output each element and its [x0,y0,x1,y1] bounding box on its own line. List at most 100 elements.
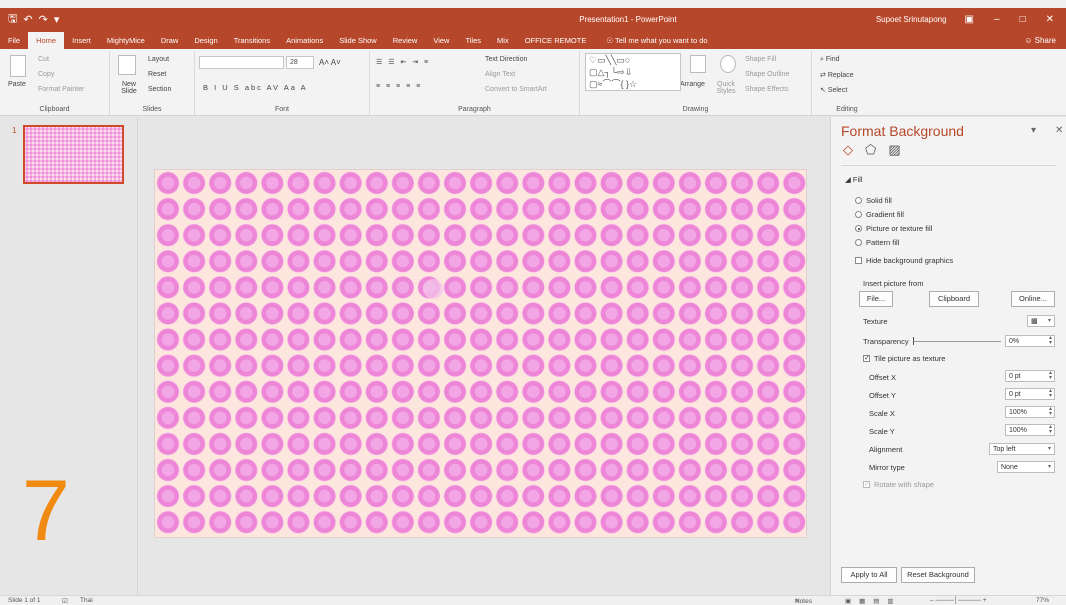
share-button[interactable]: ☺ Share [1024,32,1056,49]
pane-close-icon[interactable]: ✕ [1055,125,1063,136]
alignment-dropdown[interactable]: Top left ▾ [989,443,1055,455]
minimize-icon[interactable]: – [994,14,1000,25]
zoom-level[interactable]: 77% [1036,597,1049,604]
paste-icon[interactable] [10,55,26,77]
customize-qat-icon[interactable]: ▾ [54,13,60,26]
cut-button[interactable]: Cut [38,56,49,63]
tab-animations[interactable]: Animations [278,32,331,49]
text-direction-button[interactable]: Text Direction [485,56,527,63]
quick-styles-icon[interactable] [720,55,736,73]
shape-outline-button[interactable]: Shape Outline [745,71,789,78]
tell-me-search[interactable]: ☉ Tell me what you want to do [606,32,1024,49]
arrange-button[interactable]: Arrange [680,81,705,88]
format-painter-button[interactable]: Format Painter [38,86,84,93]
tab-home[interactable]: Home [28,32,65,49]
solid-fill-option[interactable]: Solid fill [855,196,892,205]
tab-design[interactable]: Design [186,32,225,49]
slide-canvas[interactable] [154,169,807,538]
gradient-fill-radio[interactable] [855,211,862,218]
save-icon[interactable]: 🖫 [8,10,17,29]
quick-styles-button[interactable]: Quick Styles [712,81,740,95]
online-button[interactable]: Online... [1011,291,1055,307]
status-bar: Slide 1 of 1 ☑ Thai ≡ Notes ▣▦▤▥ – ────│… [0,595,1066,605]
shapes-gallery[interactable]: ♡▭╲╲▭○ ▢△┐└⇨⇩ ▢≈⌒⌒{ }☆ [585,53,681,91]
find-button[interactable]: ⌕ Find [820,56,840,64]
tile-checkbox[interactable]: ✓ [863,355,870,362]
font-family-dropdown[interactable] [199,56,284,69]
tab-draw[interactable]: Draw [153,32,187,49]
arrange-icon[interactable] [690,55,706,73]
picture-fill-radio[interactable] [855,225,862,232]
rotate-option[interactable]: ✓ Rotate with shape [863,480,934,489]
bullets-numbering-icons[interactable]: ☰ ☰ ⇤ ⇥ ≡ [376,58,430,66]
apply-to-all-button[interactable]: Apply to All [841,567,897,583]
solid-fill-radio[interactable] [855,197,862,204]
reset-button[interactable]: Reset [148,71,166,78]
pane-options-icon[interactable]: ▾ [1031,125,1036,136]
tile-option[interactable]: ✓ Tile picture as texture [863,354,945,363]
tab-view[interactable]: View [425,32,457,49]
picture-fill-option[interactable]: Picture or texture fill [855,224,932,233]
paste-button[interactable]: Paste [8,81,26,88]
select-button[interactable]: ↖ Select [820,86,847,94]
ribbon-display-icon[interactable]: ▣ [965,14,974,25]
clipboard-button[interactable]: Clipboard [929,291,979,307]
undo-icon[interactable]: ↶ [23,13,32,26]
view-buttons[interactable]: ▣▦▤▥ [845,597,902,605]
grow-shrink-font-icon[interactable]: A˄ A˅ [319,58,341,67]
user-name[interactable]: Supoet Srinutapong [876,15,947,24]
zoom-slider[interactable]: – ────│───── + [930,597,987,604]
fill-section-header[interactable]: ◢ Fill [845,175,862,184]
layout-button[interactable]: Layout [148,56,169,63]
redo-icon[interactable]: ↷ [39,13,48,26]
font-style-buttons[interactable]: B I U S abc AV Aa A [203,83,308,92]
replace-button[interactable]: ⇄ Replace [820,71,854,79]
tab-insert[interactable]: Insert [64,32,99,49]
transparency-spinner[interactable]: 0% ▴ ▾ [1005,335,1055,347]
tab-office-remote[interactable]: OFFICE REMOTE [517,32,595,49]
picture-icon[interactable]: ▨ [888,142,900,158]
tab-file[interactable]: File [0,32,28,49]
reset-background-button[interactable]: Reset Background [901,567,975,583]
tab-mix[interactable]: Mix [489,32,517,49]
close-icon[interactable]: ✕ [1046,14,1054,25]
spellcheck-icon[interactable]: ☑ [62,597,68,605]
tab-mightymice[interactable]: MightyMice [99,32,153,49]
slide-thumbnail[interactable] [23,125,124,184]
alignment-icons[interactable]: ≡ ≡ ≡ ≡ ≡ [376,83,422,90]
shape-fill-button[interactable]: Shape Fill [745,56,776,63]
restore-icon[interactable]: □ [1020,14,1026,25]
gradient-fill-option[interactable]: Gradient fill [855,210,904,219]
align-text-button[interactable]: Align Text [485,71,515,78]
rotate-checkbox[interactable]: ✓ [863,481,870,488]
tab-transitions[interactable]: Transitions [226,32,278,49]
copy-button[interactable]: Copy [38,71,54,78]
pattern-fill-radio[interactable] [855,239,862,246]
language[interactable]: Thai [80,597,93,604]
pentagon-icon[interactable]: ⬠ [865,142,876,158]
tab-tiles[interactable]: Tiles [457,32,489,49]
slide-thumbnail-number: 1 [12,126,17,135]
shape-effects-button[interactable]: Shape Effects [745,86,788,93]
fill-bucket-icon[interactable]: ◇ [843,142,853,158]
file-button[interactable]: File... [859,291,893,307]
tab-review[interactable]: Review [385,32,426,49]
transparency-slider[interactable] [913,337,1001,345]
new-slide-button[interactable]: New Slide [116,81,142,95]
new-slide-icon[interactable] [118,55,136,75]
convert-smartart-button[interactable]: Convert to SmartArt [485,86,547,93]
offset-x-spinner[interactable]: 0 pt ▴ ▾ [1005,370,1055,382]
section-button[interactable]: Section [148,86,171,93]
pattern-fill-option[interactable]: Pattern fill [855,238,899,247]
scale-y-spinner[interactable]: 100% ▴ ▾ [1005,424,1055,436]
spinner-arrows-icon: ▴ ▾ [1048,388,1052,399]
hide-graphics-option[interactable]: Hide background graphics [855,256,953,265]
mirror-dropdown[interactable]: None ▾ [997,461,1055,473]
paragraph-group-label: Paragraph [458,106,491,113]
offset-y-spinner[interactable]: 0 pt ▴ ▾ [1005,388,1055,400]
scale-x-spinner[interactable]: 100% ▴ ▾ [1005,406,1055,418]
font-size-dropdown[interactable]: 28 [286,56,314,69]
texture-dropdown[interactable]: ▩ ▾ [1027,315,1055,327]
tab-slide-show[interactable]: Slide Show [331,32,385,49]
hide-graphics-checkbox[interactable] [855,257,862,264]
